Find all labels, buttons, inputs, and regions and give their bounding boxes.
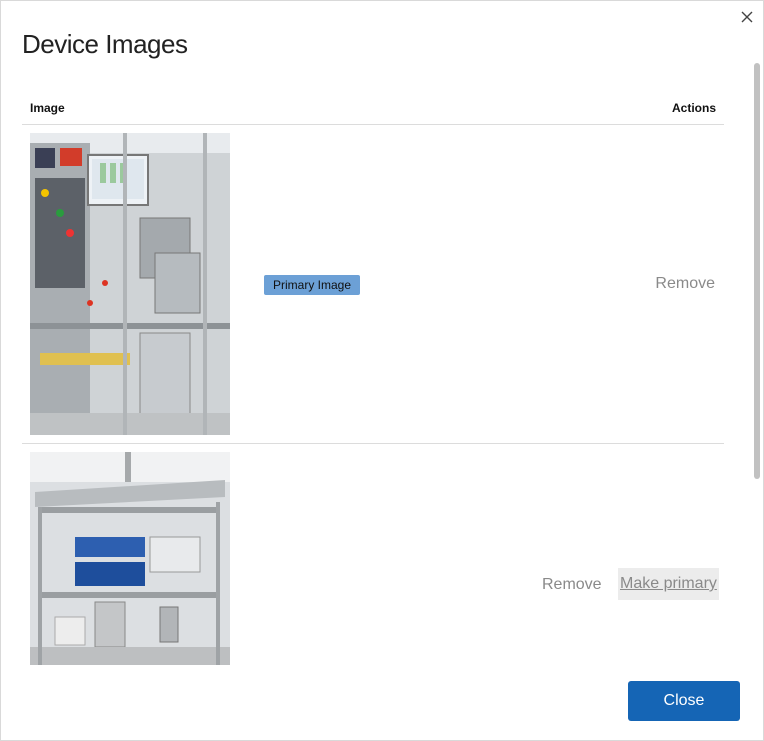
close-icon[interactable]	[739, 9, 755, 25]
device-image-1	[30, 133, 230, 435]
primary-image-badge: Primary Image	[264, 275, 361, 295]
close-button[interactable]: Close	[628, 681, 740, 721]
scrollbar-thumb[interactable]	[754, 63, 760, 479]
remove-button[interactable]: Remove	[542, 576, 602, 594]
table-row: Remove Make primary	[22, 444, 724, 674]
device-images-dialog: Device Images Image Actions Primary Imag…	[0, 0, 764, 741]
column-header-image: Image	[30, 101, 65, 115]
device-image-2	[30, 452, 230, 665]
remove-button[interactable]: Remove	[655, 275, 715, 293]
table-row: Primary Image Remove	[22, 125, 724, 444]
images-table: Image Actions Primary Image Remove Remov…	[22, 93, 724, 674]
dialog-title: Device Images	[22, 29, 188, 59]
table-header: Image Actions	[22, 93, 724, 125]
column-header-actions: Actions	[671, 101, 716, 115]
make-primary-button[interactable]: Make primary	[618, 568, 719, 600]
